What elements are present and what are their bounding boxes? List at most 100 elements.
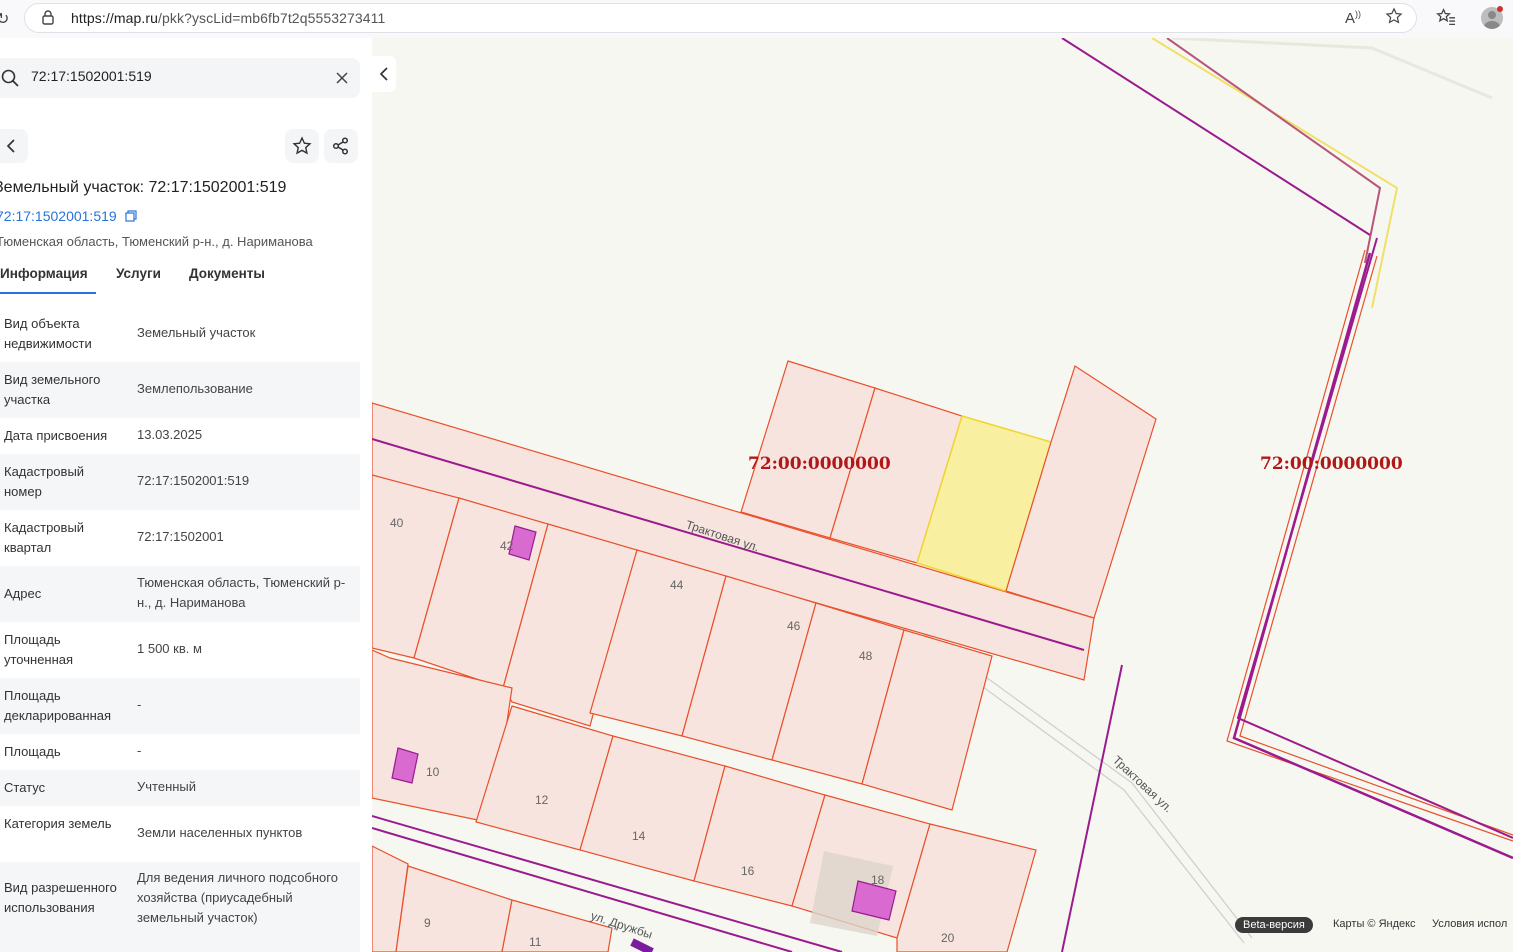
- tab-documents[interactable]: Документы: [189, 266, 265, 281]
- lot-number: 10: [426, 765, 440, 779]
- info-row-status: Статус Учтенный: [0, 770, 360, 806]
- search-icon: [1, 69, 19, 92]
- info-label: Дата присвоения: [4, 428, 108, 443]
- quarter-label: 72:00:0000000: [748, 454, 891, 474]
- search-input[interactable]: [31, 68, 321, 84]
- parcel-boundary: [1239, 255, 1513, 836]
- info-row-land-type: Вид земельного участка Землепользование: [0, 362, 360, 418]
- lot-number: 14: [632, 829, 646, 843]
- address-bar[interactable]: https://map.ru/pkk?yscLid=mb6fb7t2q55532…: [24, 3, 1417, 33]
- info-value: 13.03.2025: [137, 427, 203, 442]
- back-button[interactable]: [0, 129, 28, 163]
- info-row-area-precise: Площадь уточненная 1 500 кв. м: [0, 622, 360, 678]
- map-canvas[interactable]: 72:00:0000000 72:00:0000000 Трактовая ул…: [372, 38, 1513, 952]
- info-value: Учтенный: [137, 779, 197, 794]
- info-value: Тюменская область, Тюменский р-н., д. На…: [137, 575, 346, 610]
- url-host: https://map.ru: [71, 10, 158, 26]
- url-text: https://map.ru/pkk?yscLid=mb6fb7t2q55532…: [71, 10, 385, 26]
- lot-number: 48: [859, 649, 873, 663]
- info-value: Земли населенных пунктов: [137, 825, 303, 840]
- info-value: -: [137, 697, 142, 712]
- collapse-panel-button[interactable]: [372, 56, 396, 92]
- cadastral-number-text[interactable]: 72:17:1502001:519: [0, 208, 117, 224]
- info-label: Адрес: [4, 586, 42, 601]
- info-label: Кадастровый квартал: [4, 520, 85, 555]
- share-button[interactable]: [324, 129, 358, 163]
- street-label: Трактовая ул.: [1110, 753, 1175, 815]
- quarter-border: [1232, 252, 1513, 860]
- info-label: Вид земельного участка: [4, 372, 101, 407]
- active-tab-indicator: [0, 292, 96, 294]
- favorites-list-icon[interactable]: [1436, 8, 1456, 31]
- chevron-left-icon: [6, 139, 15, 153]
- read-aloud-icon[interactable]: A)): [1345, 9, 1361, 27]
- url-path: /pkk?yscLid=mb6fb7t2q5553273411: [158, 10, 386, 26]
- info-row-area-declared: Площадь декларированная -: [0, 678, 360, 734]
- info-label: Площадь уточненная: [4, 632, 74, 667]
- info-label: Площадь декларированная: [4, 688, 112, 723]
- reload-icon[interactable]: ↻: [0, 9, 9, 29]
- quarter-border: [630, 938, 654, 952]
- map-copyright[interactable]: Карты © Яндекс: [1333, 918, 1416, 930]
- info-row-permitted-use: Вид разрешенного использования Для веден…: [0, 862, 360, 952]
- info-table: Вид объекта недвижимости Земельный участ…: [0, 306, 360, 952]
- page-title: Земельный участок: 72:17:1502001:519: [0, 179, 287, 196]
- parcel-lot: [395, 865, 513, 952]
- quarter-border: [1236, 237, 1513, 839]
- tab-services[interactable]: Услуги: [116, 266, 161, 281]
- parcel-lot: [501, 899, 613, 952]
- search-box: [0, 58, 360, 98]
- lot-number: 20: [941, 931, 955, 945]
- info-value: 1 500 кв. м: [137, 641, 202, 656]
- share-icon: [332, 137, 349, 155]
- lot-number: 18: [871, 873, 885, 887]
- address-line: Тюменская область, Тюменский р-н., д. На…: [0, 234, 313, 249]
- parcel-info-panel: Земельный участок: 72:17:1502001:519 72:…: [0, 38, 372, 952]
- favorite-star-icon[interactable]: [1385, 7, 1403, 30]
- copy-icon[interactable]: [124, 210, 137, 222]
- lot-number: 46: [787, 619, 801, 633]
- info-label: Статус: [4, 780, 46, 795]
- info-row-cad-quarter: Кадастровый квартал 72:17:1502001: [0, 510, 360, 566]
- quarter-border: [1061, 664, 1123, 952]
- info-value: 72:17:1502001:519: [137, 473, 250, 488]
- lock-icon[interactable]: [41, 9, 55, 30]
- info-value: Землепользование: [137, 381, 253, 396]
- quarter-label: 72:00:0000000: [1260, 454, 1403, 474]
- info-label: Вид разрешенного использования: [4, 880, 117, 915]
- info-label: Кадастровый номер: [4, 464, 85, 499]
- info-label: Категория земель: [4, 816, 112, 831]
- clear-search-icon[interactable]: [336, 71, 348, 89]
- info-row-area: Площадь -: [0, 734, 360, 770]
- lot-number: 9: [424, 916, 431, 930]
- cadastral-map[interactable]: 72:00:0000000 72:00:0000000 Трактовая ул…: [372, 38, 1513, 952]
- lot-number: 44: [670, 578, 684, 592]
- info-value: 72:17:1502001: [137, 529, 224, 544]
- lot-number: 16: [741, 864, 755, 878]
- road-line: [1171, 38, 1493, 100]
- info-row-date: Дата присвоения 13.03.2025: [0, 418, 360, 454]
- quarter-border: [1061, 38, 1371, 236]
- info-label: Вид объекта недвижимости: [4, 316, 92, 351]
- beta-badge: Beta-версия: [1235, 917, 1313, 933]
- info-row-object-type: Вид объекта недвижимости Земельный участ…: [0, 306, 360, 362]
- info-row-address: Адрес Тюменская область, Тюменский р-н.,…: [0, 566, 360, 622]
- info-row-cad-number: Кадастровый номер 72:17:1502001:519: [0, 454, 360, 510]
- browser-toolbar: ↻ https://map.ru/pkk?yscLid=mb6fb7t2q555…: [0, 0, 1513, 39]
- notification-dot: [1497, 6, 1503, 12]
- info-label: Площадь: [4, 744, 61, 759]
- lot-number: 12: [535, 793, 549, 807]
- tab-information[interactable]: Информация: [0, 266, 88, 281]
- info-value: -: [137, 743, 142, 758]
- info-value: Для ведения личного подсобного хозяйства…: [137, 870, 338, 925]
- lot-number: 11: [529, 935, 542, 949]
- lot-number: 42: [500, 539, 514, 553]
- quarter-border: [1166, 38, 1382, 264]
- chevron-left-icon: [379, 67, 388, 81]
- lot-number: 40: [390, 516, 404, 530]
- star-icon: [292, 136, 312, 155]
- cadastral-number-link[interactable]: 72:17:1502001:519: [0, 208, 137, 224]
- add-to-favorites-button[interactable]: [285, 129, 319, 163]
- info-row-land-category: Категория земель Земли населенных пункто…: [0, 806, 360, 862]
- terms-link[interactable]: Условия испол: [1432, 918, 1507, 930]
